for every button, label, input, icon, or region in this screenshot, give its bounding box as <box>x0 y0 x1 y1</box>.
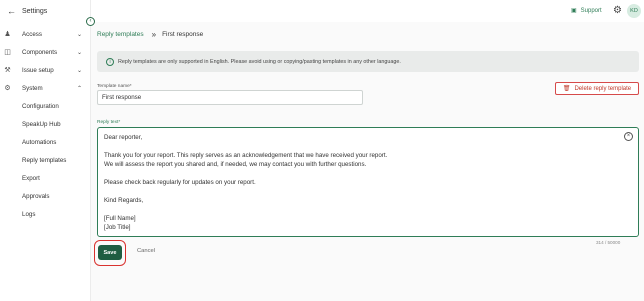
delete-template-button[interactable]: 🗑 Delete reply template <box>555 82 639 95</box>
clear-icon[interactable]: × <box>624 132 633 141</box>
template-name-input[interactable] <box>97 90 363 105</box>
sidebar-sub-configuration[interactable]: Configuration <box>22 103 59 110</box>
character-counter: 314 / 50000 <box>596 240 621 245</box>
chevron-down-icon: ⌄ <box>77 67 83 74</box>
sidebar-sub-approvals[interactable]: Approvals <box>22 193 50 200</box>
sidebar-sub-export[interactable]: Export <box>22 175 40 182</box>
breadcrumb-parent-link[interactable]: Reply templates <box>97 31 144 38</box>
sidebar: ← Settings ♟ Access ⌄ ◫ Components ⌄ ⚒ I… <box>0 0 91 301</box>
sidebar-item-access[interactable]: ♟ Access ⌄ <box>0 28 91 40</box>
reply-text-label: Reply text* <box>97 120 121 125</box>
trash-icon: 🗑 <box>562 86 571 92</box>
support-link[interactable]: ▣ Support <box>571 7 602 15</box>
breadcrumb-current: First response <box>162 31 204 38</box>
sidebar-item-issue-setup[interactable]: ⚒ Issue setup ⌄ <box>0 64 91 76</box>
reply-line: Thank you for your report. This reply se… <box>104 152 388 159</box>
users-icon: ♟ <box>4 31 11 38</box>
gear-icon[interactable]: ⚙ <box>613 5 622 16</box>
top-bar <box>91 0 644 22</box>
sidebar-item-label: Issue setup <box>22 66 54 74</box>
arrow-left-icon[interactable]: ← <box>7 7 16 16</box>
reply-line: We will assess the report you shared and… <box>104 161 367 168</box>
info-icon: i <box>106 57 114 66</box>
settings-back[interactable]: ← Settings <box>7 7 47 16</box>
chevron-up-icon: ⌃ <box>77 85 83 92</box>
reply-line: [Job Title] <box>104 224 131 231</box>
chevron-down-icon: ⌄ <box>77 49 83 56</box>
database-icon: ◫ <box>4 49 11 56</box>
avatar[interactable]: KD <box>627 4 641 18</box>
sidebar-item-system[interactable]: ⚙ System ⌃ <box>0 82 91 94</box>
reply-line: Please check back regularly for updates … <box>104 179 256 186</box>
reply-line: [Full Name] <box>104 215 136 222</box>
sidebar-item-label: Access <box>22 30 42 38</box>
sidebar-item-components[interactable]: ◫ Components ⌄ <box>0 46 91 58</box>
double-chevron-right-icon: » <box>151 30 157 39</box>
template-name-label: Template name* <box>97 84 132 89</box>
info-banner-text: Reply templates are only supported in En… <box>118 58 401 65</box>
sidebar-sub-speakup-hub[interactable]: SpeakUp Hub <box>22 121 61 128</box>
sidebar-item-label: System <box>22 84 43 92</box>
reply-text-area[interactable]: Dear reporter, Thank you for your report… <box>97 127 639 237</box>
settings-title: Settings <box>22 8 48 15</box>
delete-template-label: Delete reply template <box>574 85 632 92</box>
chevron-down-icon: ⌄ <box>77 31 83 38</box>
wrench-icon: ⚒ <box>4 67 11 74</box>
reply-line: Kind Regards, <box>104 197 144 204</box>
breadcrumb: Reply templates » First response <box>97 30 203 39</box>
support-icon: ▣ <box>571 8 577 14</box>
gear-icon: ⚙ <box>4 85 11 92</box>
save-button[interactable]: Save <box>98 245 122 260</box>
sidebar-item-label: Components <box>22 48 58 56</box>
sidebar-sub-reply-templates[interactable]: Reply templates <box>22 157 66 164</box>
info-banner: i Reply templates are only supported in … <box>97 51 639 72</box>
collapse-sidebar-button[interactable]: ‹ <box>86 17 95 26</box>
support-label: Support <box>580 7 602 14</box>
sidebar-sub-automations[interactable]: Automations <box>22 139 56 146</box>
reply-line: Dear reporter, <box>104 134 143 141</box>
cancel-button[interactable]: Cancel <box>137 248 155 254</box>
sidebar-sub-logs[interactable]: Logs <box>22 211 35 218</box>
